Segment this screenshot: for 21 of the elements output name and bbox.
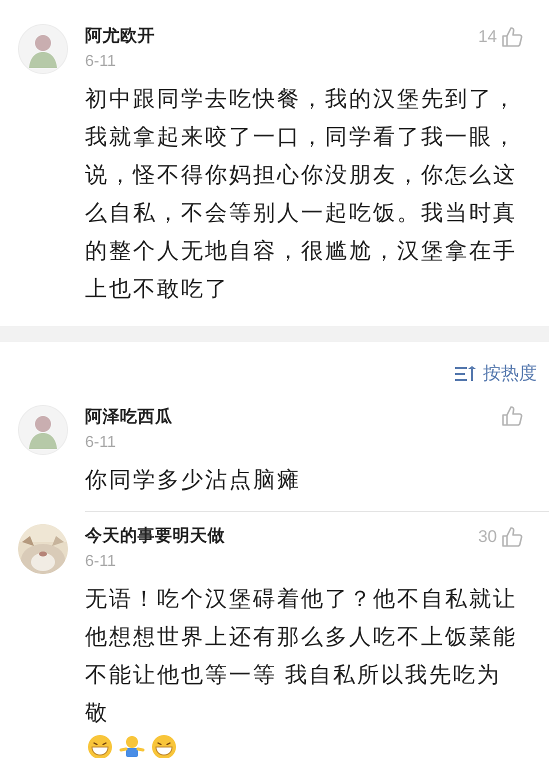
comment-text: 无语！吃个汉堡碍着他了？他不自私就让他想想世界上还有那么多人吃不上饭菜能不能让他也等一等 我自私所以我先吃为敬 bbox=[85, 586, 517, 725]
user-name[interactable]: 阿泽吃西瓜 bbox=[85, 405, 172, 429]
sort-button[interactable]: 按热度 bbox=[455, 360, 537, 387]
grin-emoji-icon bbox=[87, 734, 113, 758]
thumbs-up-icon[interactable] bbox=[501, 26, 523, 48]
user-name[interactable]: 阿尤欧开 bbox=[85, 24, 155, 48]
avatar-icon bbox=[18, 24, 68, 74]
comment-date: 6-11 bbox=[85, 552, 116, 572]
user-name[interactable]: 今天的事要明天做 bbox=[85, 524, 225, 548]
comment-date: 6-11 bbox=[85, 433, 116, 453]
like-count: 30 bbox=[478, 526, 497, 548]
grin-emoji-icon bbox=[151, 734, 177, 758]
like-count: 14 bbox=[478, 26, 497, 48]
comment-text: 你同学多少沾点脑瘫 bbox=[85, 467, 301, 492]
comment-text: 初中跟同学去吃快餐，我的汉堡先到了，我就拿起来咬了一口，同学看了我一眼，说，怪不得你妈担心你没朋友，你怎么这么自私，不会等别人一起吃饭。我当时真的整个人无地自容，很尴尬，汉堡拿在手上也不敢吃了 bbox=[85, 86, 517, 301]
comment-date: 6-11 bbox=[85, 52, 116, 72]
thumbs-up-icon[interactable] bbox=[501, 405, 523, 427]
shrug-figure-icon bbox=[119, 734, 145, 758]
thumbs-up-icon[interactable] bbox=[501, 526, 523, 548]
avatar-icon bbox=[18, 405, 68, 455]
sort-icon bbox=[455, 366, 477, 382]
